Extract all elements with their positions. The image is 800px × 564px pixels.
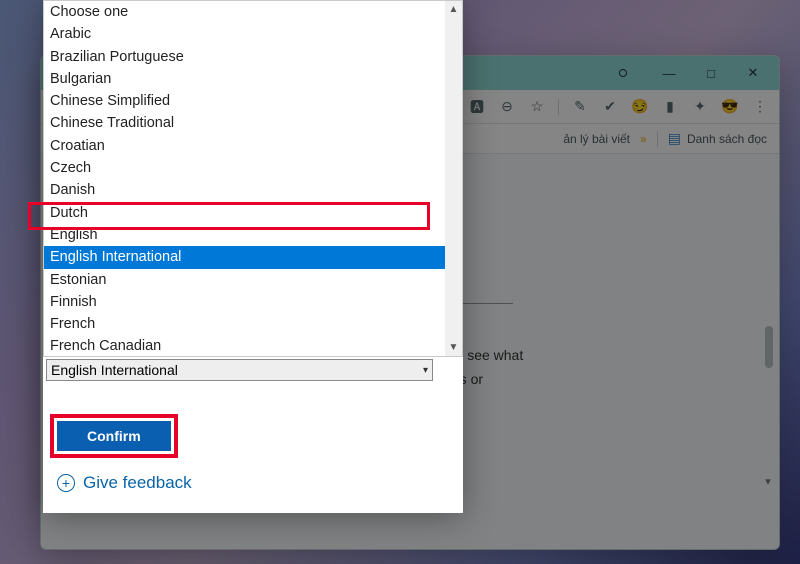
language-option[interactable]: Czech (44, 157, 462, 179)
language-option[interactable]: Chinese Traditional (44, 112, 462, 134)
listbox-scroll-down-icon[interactable]: ▼ (445, 339, 462, 356)
language-option[interactable]: English (44, 224, 462, 246)
listbox-scroll-up-icon[interactable]: ▲ (445, 1, 462, 18)
language-option[interactable]: French (44, 313, 462, 335)
language-select-value: English International (51, 362, 178, 378)
give-feedback-label: Give feedback (83, 473, 192, 493)
language-option[interactable]: Danish (44, 179, 462, 201)
listbox-scrollbar[interactable]: ▲ ▼ (445, 1, 462, 356)
language-modal: Choose oneArabicBrazilian PortugueseBulg… (43, 0, 463, 513)
confirm-button[interactable]: Confirm (57, 421, 171, 451)
language-listbox[interactable]: Choose oneArabicBrazilian PortugueseBulg… (43, 0, 463, 357)
language-option[interactable]: Dutch (44, 202, 462, 224)
language-option[interactable]: Choose one (44, 1, 462, 23)
language-option[interactable]: French Canadian (44, 335, 462, 357)
language-option[interactable]: Chinese Simplified (44, 90, 462, 112)
plus-circle-icon: + (57, 474, 75, 492)
language-option[interactable]: Bulgarian (44, 68, 462, 90)
give-feedback-link[interactable]: + Give feedback (57, 473, 463, 493)
language-option[interactable]: Brazilian Portuguese (44, 46, 462, 68)
language-option[interactable]: English International (44, 246, 462, 268)
chevron-down-icon: ▾ (423, 365, 428, 376)
language-option[interactable]: Finnish (44, 291, 462, 313)
language-option[interactable]: Arabic (44, 23, 462, 45)
language-select[interactable]: English International ▾ (46, 359, 433, 381)
language-option[interactable]: Croatian (44, 135, 462, 157)
language-option[interactable]: Estonian (44, 269, 462, 291)
